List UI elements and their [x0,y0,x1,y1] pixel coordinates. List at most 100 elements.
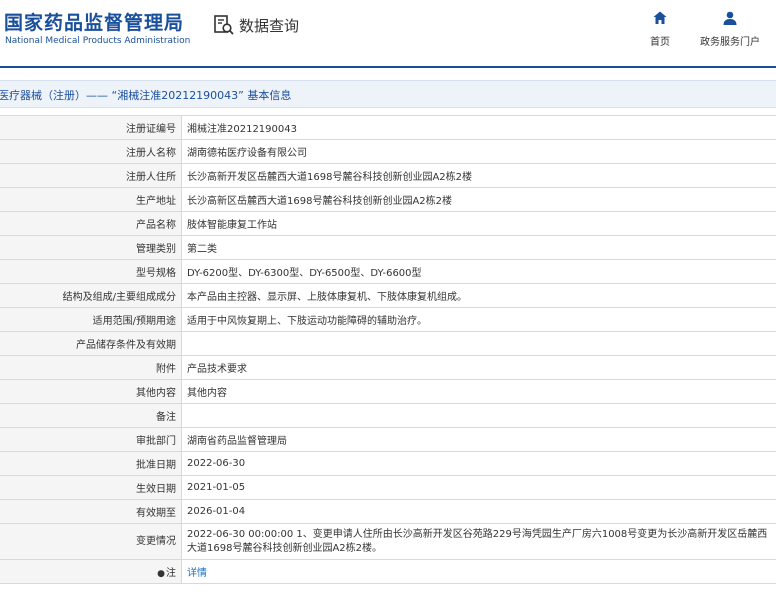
field-label: 变更情况 [0,523,182,560]
registration-info-table: 注册证编号 湘械注准20212190043 注册人名称 湖南德祐医疗设备有限公司 注册人… [0,115,776,584]
nav-service-portal[interactable]: 政务服务门户 [695,10,765,49]
field-label: 注册证编号 [0,115,182,140]
field-label-text: 型号规格 [136,268,176,279]
field-value-text: 本产品由主控器、显示屏、上肢体康复机、下肢体康复机组成。 [187,292,467,303]
field-value: 适用于中风恢复期上、下肢运动功能障碍的辅助治疗。 [181,307,776,332]
field-label: 适用范围/预期用途 [0,307,182,332]
field-value: 2021-01-05 [181,475,776,500]
table-row: 审批部门 湖南省药品监督管理局 [0,427,776,452]
document-search-icon [214,15,234,35]
table-row: 注册人名称 湖南德祐医疗设备有限公司 [0,139,776,164]
data-query-label: 数据查询 [239,16,300,35]
field-value-text: 肢体智能康复工作站 [187,220,277,231]
field-label-text: 生效日期 [136,484,176,495]
field-label: 注册人住所 [0,163,182,188]
table-row: 附件 产品技术要求 [0,355,776,380]
table-row: 变更情况 2022-06-30 00:00:00 1、变更申请人住所由长沙高新开发… [0,523,776,560]
field-label-text: 管理类别 [136,244,176,255]
table-row: ●注 详情 [0,559,776,584]
field-label: 管理类别 [0,235,182,260]
field-label: 批准日期 [0,451,182,476]
field-label: 结构及组成/主要组成成分 [0,283,182,308]
field-value-text: 长沙高新区岳麓西大道1698号麓谷科技创新创业园A2栋2楼 [187,196,453,207]
field-label-text: 其他内容 [136,388,176,399]
field-label-text: 变更情况 [136,535,176,547]
details-link[interactable]: 详情 [187,568,207,579]
field-label-text: 注册证编号 [126,124,176,135]
field-value: 湖南省药品监督管理局 [181,427,776,452]
field-value [181,403,776,428]
table-row: 有效期至 2026-01-04 [0,499,776,524]
field-label: 生产地址 [0,187,182,212]
table-row: 管理类别 第二类 [0,235,776,260]
nav-home-label: 首页 [650,37,670,48]
field-value-text: 2022-06-30 00:00:00 1、变更申请人住所由长沙高新开发区谷苑路… [187,528,768,554]
table-row: 批准日期 2022-06-30 [0,451,776,476]
field-value [181,331,776,356]
field-label-text: 适用范围/预期用途 [92,316,176,327]
field-label: 附件 [0,355,182,380]
field-label-text: 产品储存条件及有效期 [76,340,176,351]
field-value: 2026-01-04 [181,499,776,524]
field-label: 其他内容 [0,379,182,404]
field-value-text: 第二类 [187,244,217,255]
field-label-text: 注 [166,568,176,579]
field-label: 生效日期 [0,475,182,500]
table-row: 产品储存条件及有效期 [0,331,776,356]
field-value-text: 湘械注准20212190043 [187,124,297,135]
table-row: 产品名称 肢体智能康复工作站 [0,211,776,236]
table-row: 其他内容 其他内容 [0,379,776,404]
field-label: 型号规格 [0,259,182,284]
field-value: 本产品由主控器、显示屏、上肢体康复机、下肢体康复机组成。 [181,283,776,308]
field-value-text: 产品技术要求 [187,364,247,375]
field-label-text: 有效期至 [136,508,176,519]
table-row: 备注 [0,403,776,428]
field-value-text: 长沙高新开发区岳麓西大道1698号麓谷科技创新创业园A2栋2楼 [187,172,473,183]
table-row: 生效日期 2021-01-05 [0,475,776,500]
field-value-text: 其他内容 [187,388,227,399]
data-query-heading: 数据查询 [213,14,299,36]
field-label: 有效期至 [0,499,182,524]
field-label-text: 产品名称 [136,220,176,231]
field-value-text: DY-6200型、DY-6300型、DY-6500型、DY-6600型 [187,268,422,279]
field-value: 湘械注准20212190043 [181,115,776,140]
field-value-text: 2026-01-04 [187,506,246,517]
field-label-text: 批准日期 [136,460,176,471]
field-value: 湖南德祐医疗设备有限公司 [181,139,776,164]
field-value-text: 2021-01-05 [187,482,246,493]
table-row: 注册人住所 长沙高新开发区岳麓西大道1698号麓谷科技创新创业园A2栋2楼 [0,163,776,188]
header-divider [0,66,776,68]
field-value: 第二类 [181,235,776,260]
field-label: 审批部门 [0,427,182,452]
field-value: 2022-06-30 00:00:00 1、变更申请人住所由长沙高新开发区谷苑路… [181,523,776,560]
field-value: DY-6200型、DY-6300型、DY-6500型、DY-6600型 [181,259,776,284]
field-label-text: 注册人名称 [126,148,176,159]
nav-home[interactable]: 首页 [625,10,695,49]
field-value: 肢体智能康复工作站 [181,211,776,236]
table-row: 适用范围/预期用途 适用于中风恢复期上、下肢运动功能障碍的辅助治疗。 [0,307,776,332]
field-label: 备注 [0,403,182,428]
record-title: 医疗器械（注册）—— “湘械注准20212190043” 基本信息 [0,89,292,102]
field-value: 其他内容 [181,379,776,404]
site-logo-cn[interactable]: 国家药品监督管理局 [4,8,184,35]
field-label: 产品名称 [0,211,182,236]
field-label: 注册人名称 [0,139,182,164]
field-value-text: 适用于中风恢复期上、下肢运动功能障碍的辅助治疗。 [187,316,427,327]
field-label: ●注 [0,559,182,584]
site-logo-en[interactable]: National Medical Products Administration [5,36,190,46]
field-label-text: 备注 [156,412,176,423]
field-value: 长沙高新区岳麓西大道1698号麓谷科技创新创业园A2栋2楼 [181,187,776,212]
field-value-text: 湖南省药品监督管理局 [187,436,287,447]
field-label-text: 结构及组成/主要组成成分 [62,292,176,303]
user-icon [723,11,737,25]
note-icon: ● [157,569,165,579]
table-row: 注册证编号 湘械注准20212190043 [0,115,776,140]
nav-service-portal-label: 政务服务门户 [700,37,760,48]
field-label-text: 审批部门 [136,436,176,447]
field-value: 长沙高新开发区岳麓西大道1698号麓谷科技创新创业园A2栋2楼 [181,163,776,188]
field-value-text: 2022-06-30 [187,458,246,469]
site-header: 国家药品监督管理局 National Medical Products Admi… [0,0,776,62]
record-title-bar: 医疗器械（注册）—— “湘械注准20212190043” 基本信息 [0,80,776,108]
field-value[interactable]: 详情 [181,559,776,584]
field-label-text: 附件 [156,364,176,375]
